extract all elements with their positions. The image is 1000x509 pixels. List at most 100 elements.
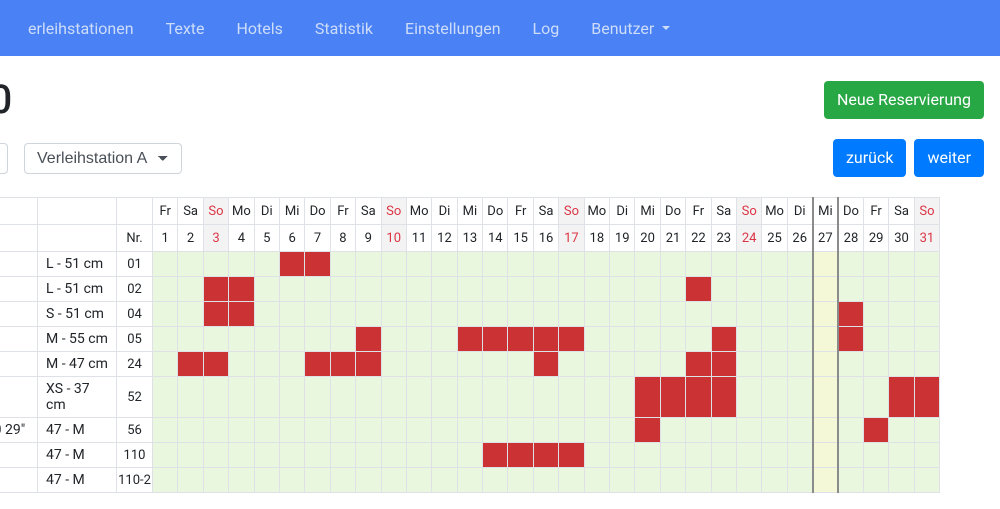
- calendar-cell[interactable]: [584, 468, 609, 493]
- calendar-cell[interactable]: [787, 277, 812, 302]
- calendar-cell[interactable]: [838, 252, 863, 277]
- calendar-cell[interactable]: [863, 377, 888, 418]
- calendar-cell[interactable]: [787, 418, 812, 443]
- calendar-cell[interactable]: [660, 377, 685, 418]
- calendar-cell[interactable]: [914, 468, 939, 493]
- calendar-cell[interactable]: [483, 252, 508, 277]
- calendar-cell[interactable]: [610, 418, 635, 443]
- calendar-cell[interactable]: [457, 252, 482, 277]
- calendar-cell[interactable]: [610, 443, 635, 468]
- calendar-cell[interactable]: [813, 277, 838, 302]
- calendar-cell[interactable]: [229, 352, 254, 377]
- calendar-cell[interactable]: [203, 443, 228, 468]
- calendar-cell[interactable]: [711, 277, 736, 302]
- calendar-cell[interactable]: [254, 418, 279, 443]
- calendar-cell[interactable]: [203, 352, 228, 377]
- calendar-cell[interactable]: [356, 377, 381, 418]
- calendar-cell[interactable]: [559, 418, 584, 443]
- calendar-cell[interactable]: [736, 443, 761, 468]
- calendar-cell[interactable]: [279, 277, 304, 302]
- nav-texte[interactable]: Texte: [154, 11, 217, 46]
- calendar-cell[interactable]: [533, 443, 558, 468]
- calendar-cell[interactable]: [838, 443, 863, 468]
- calendar-cell[interactable]: [914, 252, 939, 277]
- calendar-cell[interactable]: [406, 277, 431, 302]
- calendar-cell[interactable]: [914, 327, 939, 352]
- calendar-cell[interactable]: [203, 468, 228, 493]
- calendar-cell[interactable]: [533, 352, 558, 377]
- calendar-cell[interactable]: [508, 443, 533, 468]
- calendar-cell[interactable]: [559, 277, 584, 302]
- new-reservation-button[interactable]: Neue Reservierung: [824, 81, 984, 119]
- calendar-cell[interactable]: [254, 302, 279, 327]
- calendar-cell[interactable]: [736, 418, 761, 443]
- calendar-cell[interactable]: [406, 252, 431, 277]
- calendar-cell[interactable]: [330, 277, 355, 302]
- calendar-cell[interactable]: [889, 468, 914, 493]
- calendar-cell[interactable]: [203, 377, 228, 418]
- calendar-cell[interactable]: [838, 302, 863, 327]
- calendar-cell[interactable]: [406, 352, 431, 377]
- calendar-cell[interactable]: [686, 377, 711, 418]
- calendar-cell[interactable]: [533, 327, 558, 352]
- calendar-cell[interactable]: [508, 418, 533, 443]
- calendar-cell[interactable]: [660, 302, 685, 327]
- calendar-cell[interactable]: [305, 418, 330, 443]
- nav-verleihstationen[interactable]: erleihstationen: [16, 11, 146, 46]
- calendar-cell[interactable]: [838, 418, 863, 443]
- calendar-cell[interactable]: [635, 277, 660, 302]
- calendar-cell[interactable]: [457, 418, 482, 443]
- calendar-cell[interactable]: [533, 302, 558, 327]
- calendar-cell[interactable]: [762, 252, 787, 277]
- calendar-cell[interactable]: [686, 302, 711, 327]
- calendar-cell[interactable]: [254, 327, 279, 352]
- calendar-cell[interactable]: [203, 302, 228, 327]
- calendar-cell[interactable]: [762, 377, 787, 418]
- calendar-cell[interactable]: [153, 377, 178, 418]
- calendar-cell[interactable]: [330, 352, 355, 377]
- calendar-cell[interactable]: [229, 302, 254, 327]
- calendar-cell[interactable]: [229, 252, 254, 277]
- calendar-cell[interactable]: [153, 252, 178, 277]
- calendar-cell[interactable]: [762, 468, 787, 493]
- calendar-cell[interactable]: [711, 352, 736, 377]
- calendar-cell[interactable]: [711, 302, 736, 327]
- nav-statistik[interactable]: Statistik: [303, 11, 385, 46]
- calendar-cell[interactable]: [279, 418, 304, 443]
- calendar-cell[interactable]: [838, 277, 863, 302]
- calendar-cell[interactable]: [813, 443, 838, 468]
- calendar-cell[interactable]: [406, 302, 431, 327]
- calendar-cell[interactable]: [813, 352, 838, 377]
- calendar-cell[interactable]: [153, 418, 178, 443]
- type-select[interactable]: en: [0, 143, 8, 174]
- calendar-cell[interactable]: [559, 252, 584, 277]
- back-button[interactable]: zurück: [833, 139, 906, 177]
- calendar-cell[interactable]: [279, 252, 304, 277]
- calendar-cell[interactable]: [660, 252, 685, 277]
- calendar-cell[interactable]: [813, 468, 838, 493]
- calendar-cell[interactable]: [660, 352, 685, 377]
- calendar-cell[interactable]: [889, 327, 914, 352]
- calendar-cell[interactable]: [457, 443, 482, 468]
- calendar-cell[interactable]: [153, 302, 178, 327]
- calendar-cell[interactable]: [254, 252, 279, 277]
- calendar-cell[interactable]: [483, 443, 508, 468]
- calendar-cell[interactable]: [305, 468, 330, 493]
- calendar-cell[interactable]: [178, 468, 203, 493]
- calendar-cell[interactable]: [508, 277, 533, 302]
- calendar-cell[interactable]: [813, 377, 838, 418]
- calendar-cell[interactable]: [762, 302, 787, 327]
- calendar-cell[interactable]: [711, 418, 736, 443]
- calendar-cell[interactable]: [686, 352, 711, 377]
- calendar-cell[interactable]: [305, 443, 330, 468]
- calendar-cell[interactable]: [254, 443, 279, 468]
- calendar-cell[interactable]: [914, 352, 939, 377]
- calendar-cell[interactable]: [508, 327, 533, 352]
- calendar-cell[interactable]: [229, 443, 254, 468]
- calendar-cell[interactable]: [432, 252, 457, 277]
- calendar-cell[interactable]: [356, 352, 381, 377]
- calendar-cell[interactable]: [889, 443, 914, 468]
- calendar-cell[interactable]: [356, 277, 381, 302]
- calendar-cell[interactable]: [508, 302, 533, 327]
- calendar-cell[interactable]: [406, 418, 431, 443]
